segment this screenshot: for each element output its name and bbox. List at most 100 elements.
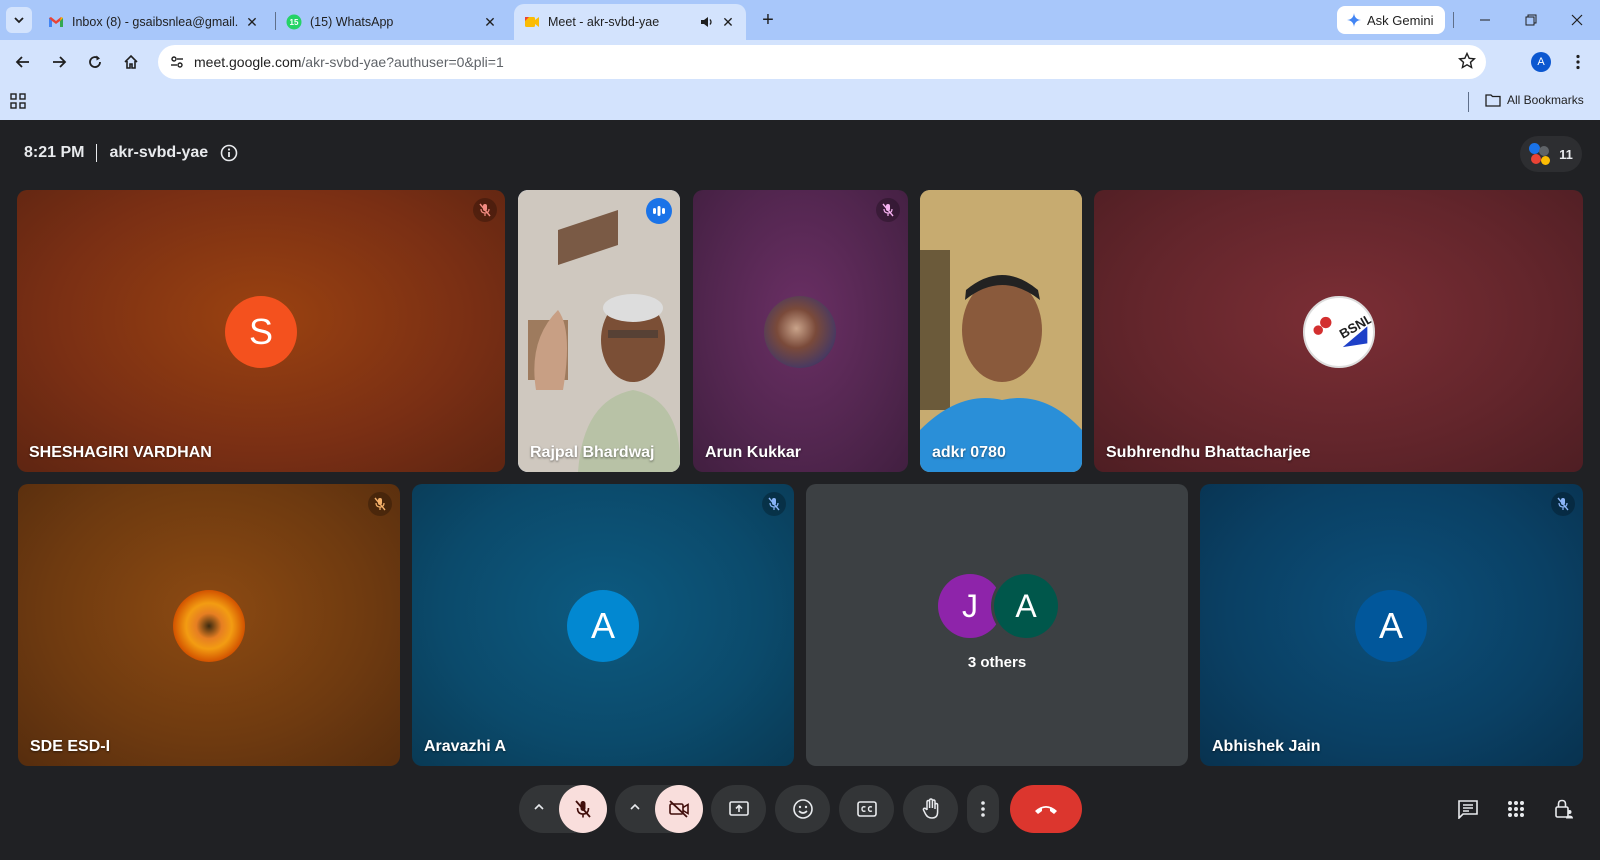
- restore-icon: [1525, 14, 1537, 26]
- whatsapp-icon: 15: [286, 14, 302, 30]
- info-icon[interactable]: [220, 144, 238, 162]
- address-bar[interactable]: meet.google.com/akr-svbd-yae?authuser=0&…: [158, 45, 1486, 79]
- close-tab-icon[interactable]: ✕: [244, 14, 260, 30]
- mic-off-icon: [1551, 492, 1575, 516]
- back-button[interactable]: [7, 46, 39, 78]
- meeting-code: akr-svbd-yae: [109, 144, 209, 161]
- call-end-icon: [1035, 806, 1057, 814]
- apps-icon: [1508, 801, 1524, 817]
- closed-caption-icon: [856, 801, 877, 817]
- mic-off-icon: [762, 492, 786, 516]
- window-divider: [1453, 12, 1454, 28]
- speaker-icon[interactable]: [700, 15, 714, 29]
- participant-photo: [173, 590, 245, 662]
- participant-name: Aravazhi A: [424, 738, 507, 755]
- url-text: meet.google.com/akr-svbd-yae?authuser=0&…: [194, 54, 504, 70]
- participant-video: [920, 190, 1082, 472]
- participants-avatars-icon: [1529, 143, 1551, 165]
- all-bookmarks-button[interactable]: All Bookmarks: [1485, 93, 1584, 107]
- tab-title: (15) WhatsApp: [310, 15, 394, 29]
- chat-button[interactable]: [1448, 789, 1488, 829]
- new-tab-button[interactable]: +: [756, 8, 780, 32]
- participant-name: adkr 0780: [932, 444, 1006, 461]
- url-path: /akr-svbd-yae?authuser=0&pli=1: [301, 54, 504, 70]
- reactions-button[interactable]: [775, 785, 830, 833]
- others-tile[interactable]: J A 3 others: [806, 484, 1188, 766]
- avatar: A: [1355, 590, 1427, 662]
- participant-tile[interactable]: S SHESHAGIRI VARDHAN: [17, 190, 505, 472]
- close-window-button[interactable]: [1561, 6, 1593, 34]
- tab-gmail[interactable]: Inbox (8) - gsaibsnlea@gmail.com ✕: [38, 4, 270, 40]
- participant-tile[interactable]: A Aravazhi A: [412, 484, 794, 766]
- tab-whatsapp[interactable]: 15 (15) WhatsApp ✕: [276, 4, 508, 40]
- close-tab-icon[interactable]: ✕: [720, 14, 736, 30]
- apps-grid-icon[interactable]: [10, 93, 26, 109]
- forward-button[interactable]: [43, 46, 75, 78]
- aibsnlea-logo: BSNL: [1303, 296, 1375, 368]
- mic-off-icon: [473, 198, 497, 222]
- home-icon: [124, 54, 138, 69]
- profile-avatar[interactable]: A: [1531, 52, 1551, 72]
- tune-icon: [171, 56, 183, 68]
- mic-control-group: [519, 785, 607, 833]
- camera-toggle-button[interactable]: [655, 785, 703, 833]
- hand-icon: [922, 798, 938, 819]
- participant-tile[interactable]: Arun Kukkar: [693, 190, 908, 472]
- meeting-header: 8:21 PM akr-svbd-yae: [24, 144, 238, 162]
- minimize-button[interactable]: [1469, 6, 1501, 34]
- host-controls-button[interactable]: [1544, 789, 1584, 829]
- header-divider: [96, 144, 98, 162]
- close-tab-icon[interactable]: ✕: [482, 14, 498, 30]
- meet-call-area: 8:21 PM akr-svbd-yae 11 S SHESHAGIRI VAR…: [0, 120, 1600, 860]
- participant-name: Abhishek Jain: [1212, 738, 1321, 755]
- participant-tile[interactable]: SDE ESD-I: [18, 484, 400, 766]
- reload-button[interactable]: [79, 46, 111, 78]
- raise-hand-button[interactable]: [903, 785, 958, 833]
- avatar: S: [225, 296, 297, 368]
- more-vert-icon: [1576, 54, 1580, 70]
- speaking-indicator-icon: [646, 198, 672, 224]
- avatar: J: [938, 574, 1002, 638]
- mic-toggle-button[interactable]: [559, 785, 607, 833]
- svg-text:15: 15: [290, 18, 299, 27]
- participant-name: Rajpal Bhardwaj: [530, 444, 655, 461]
- avatar: A: [994, 574, 1058, 638]
- leave-call-button[interactable]: [1010, 785, 1082, 833]
- tab-strip: Inbox (8) - gsaibsnlea@gmail.com ✕ 15 (1…: [0, 0, 1600, 40]
- participant-tile[interactable]: BSNL Subhrendhu Bhattacharjee: [1094, 190, 1583, 472]
- tab-title: Inbox (8) - gsaibsnlea@gmail.com: [72, 15, 238, 29]
- gemini-label: Ask Gemini: [1367, 12, 1434, 28]
- gmail-icon: [48, 14, 64, 30]
- all-bookmarks-label: All Bookmarks: [1507, 93, 1584, 107]
- mic-off-icon: [876, 198, 900, 222]
- bookmark-star-button[interactable]: [1458, 52, 1476, 70]
- tab-title: Meet - akr-svbd-yae: [548, 15, 660, 29]
- ask-gemini-button[interactable]: Ask Gemini: [1337, 6, 1446, 34]
- tab-search-button[interactable]: [6, 7, 32, 33]
- arrow-left-icon: [15, 56, 29, 68]
- chat-icon: [1458, 800, 1478, 819]
- meeting-time: 8:21 PM: [24, 144, 85, 161]
- restore-button[interactable]: [1515, 6, 1547, 34]
- present-screen-button[interactable]: [711, 785, 766, 833]
- more-vert-icon: [981, 801, 985, 817]
- participant-tile[interactable]: adkr 0780: [920, 190, 1082, 472]
- participant-tile[interactable]: A Abhishek Jain: [1200, 484, 1583, 766]
- more-options-button[interactable]: [967, 785, 999, 833]
- close-icon: [1571, 14, 1583, 26]
- mic-options-chevron-icon[interactable]: [533, 801, 545, 813]
- browser-toolbar: meet.google.com/akr-svbd-yae?authuser=0&…: [0, 40, 1600, 84]
- meet-icon: [524, 14, 540, 30]
- tab-meet[interactable]: Meet - akr-svbd-yae ✕: [514, 4, 746, 40]
- folder-icon: [1485, 94, 1501, 107]
- captions-button[interactable]: [839, 785, 894, 833]
- home-button[interactable]: [115, 46, 147, 78]
- participants-button[interactable]: 11: [1520, 136, 1582, 172]
- site-info-button[interactable]: [164, 49, 190, 75]
- participant-tile-speaking[interactable]: Rajpal Bhardwaj: [518, 190, 680, 472]
- camera-control-group: [615, 785, 703, 833]
- camera-options-chevron-icon[interactable]: [629, 801, 641, 813]
- activities-button[interactable]: [1496, 789, 1536, 829]
- participant-photo: [764, 296, 836, 368]
- browser-menu-button[interactable]: [1568, 52, 1588, 72]
